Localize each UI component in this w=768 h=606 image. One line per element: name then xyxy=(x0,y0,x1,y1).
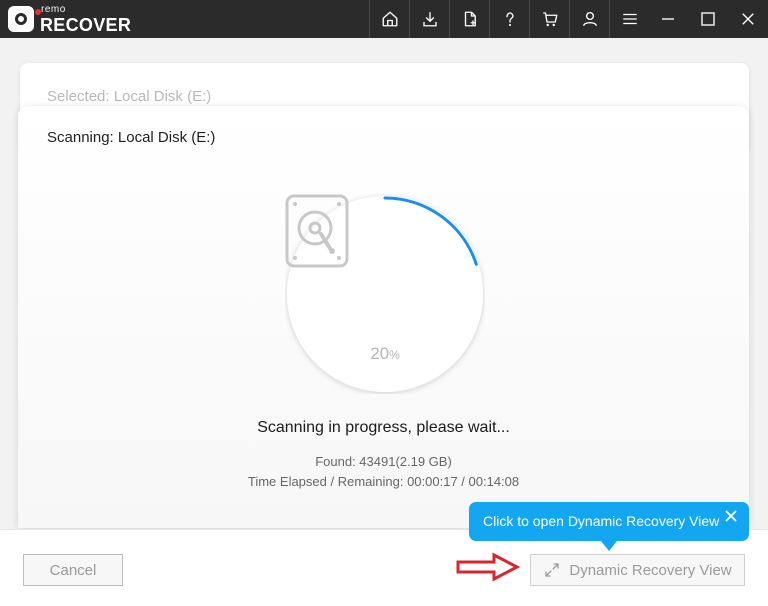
titlebar: remo RECOVER xyxy=(0,0,768,38)
logo-icon xyxy=(8,6,34,32)
progress-percent: 20% xyxy=(285,344,485,364)
found-count: Found: 43491(2.19 GB) xyxy=(315,454,452,469)
close-icon xyxy=(742,13,754,25)
dynamic-recovery-view-button[interactable]: Dynamic Recovery View xyxy=(530,554,745,586)
brand-text: remo RECOVER xyxy=(40,3,132,35)
add-file-button[interactable] xyxy=(449,0,489,38)
scanning-title: Scanning: Local Disk (E:) xyxy=(47,129,216,146)
time-elapsed-remaining: Time Elapsed / Remaining: 00:00:17 / 00:… xyxy=(247,474,520,489)
scan-progress-ring: 20% xyxy=(285,194,485,394)
brand-big: RECOVER xyxy=(40,14,132,35)
cancel-button[interactable]: Cancel xyxy=(23,554,123,586)
expand-icon xyxy=(545,563,560,577)
hard-disk-icon xyxy=(285,194,349,268)
download-button[interactable] xyxy=(409,0,449,38)
menu-icon xyxy=(622,13,637,25)
help-icon xyxy=(505,12,514,27)
progress-percent-value: 20 xyxy=(370,344,390,363)
help-button[interactable] xyxy=(489,0,529,38)
maximize-icon xyxy=(701,12,715,26)
maximize-button[interactable] xyxy=(688,0,728,38)
minimize-button[interactable] xyxy=(648,0,688,38)
home-icon xyxy=(382,11,397,27)
dynamic-recovery-tooltip: Click to open Dynamic Recovery View xyxy=(469,502,749,551)
window-controls xyxy=(648,0,768,38)
minimize-icon xyxy=(662,18,674,20)
tooltip-text: Click to open Dynamic Recovery View xyxy=(483,513,720,529)
scan-status-text: Scanning in progress, please wait... xyxy=(257,419,510,436)
selected-drive-label: Selected: Local Disk (E:) xyxy=(47,88,212,105)
scanning-card: Scanning: Local Disk (E:) 20% Scanning i… xyxy=(18,106,749,528)
tooltip-close-icon[interactable] xyxy=(723,508,739,524)
account-icon xyxy=(582,11,597,27)
titlebar-actions xyxy=(369,0,649,38)
home-button[interactable] xyxy=(369,0,409,38)
progress-percent-unit: % xyxy=(389,348,400,362)
download-icon xyxy=(422,12,437,27)
remo-recover-window: remo RECOVER Selected: Local Disk (E:) S… xyxy=(0,0,768,606)
brand-small: remo xyxy=(41,3,66,15)
add-file-icon xyxy=(464,11,476,27)
cart-button[interactable] xyxy=(529,0,569,38)
red-arrow-annotation xyxy=(456,552,520,582)
cart-icon xyxy=(542,12,557,27)
close-button[interactable] xyxy=(728,0,768,38)
brand-logo: remo RECOVER xyxy=(8,3,132,35)
dynamic-recovery-view-label: Dynamic Recovery View xyxy=(569,561,732,579)
menu-button[interactable] xyxy=(609,0,649,38)
account-button[interactable] xyxy=(569,0,609,38)
